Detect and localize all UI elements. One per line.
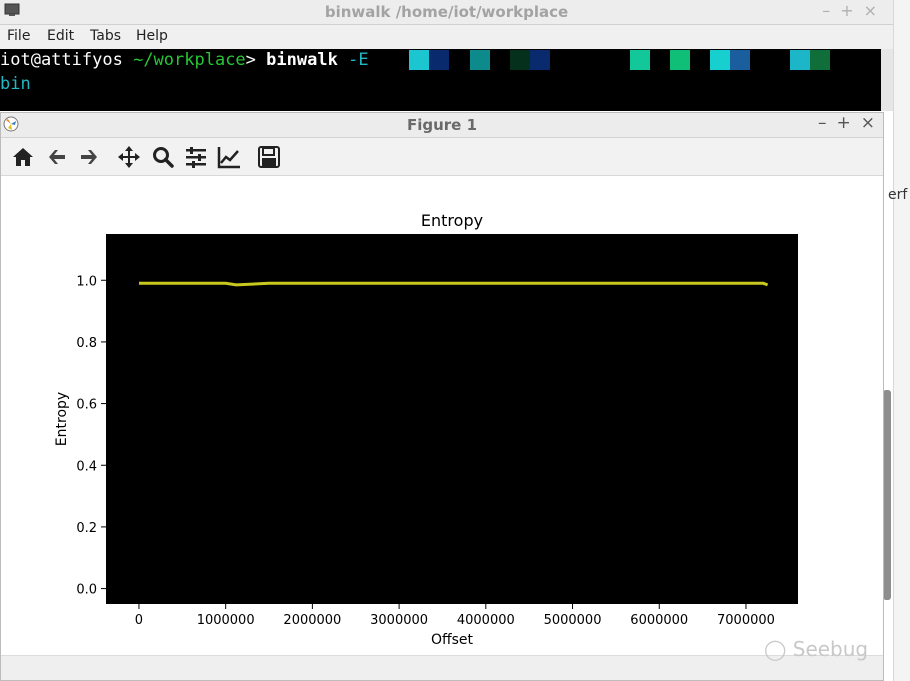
x-tick-label: 3000000: [370, 613, 428, 628]
y-axis-label: Entropy: [54, 392, 70, 446]
forward-icon[interactable]: [77, 145, 101, 169]
maximize-icon[interactable]: +: [840, 1, 863, 20]
figure-toolbar: [1, 138, 883, 176]
x-axis-label: Offset: [431, 632, 474, 648]
back-icon[interactable]: [45, 145, 69, 169]
terminal-command-line: iot@attifyos ~/workplace> binwalk -E: [0, 50, 369, 70]
axes-background: [106, 234, 798, 604]
background-scrollbar[interactable]: [883, 390, 891, 600]
minimize-icon[interactable]: –: [822, 1, 840, 20]
edit-axis-icon[interactable]: [217, 145, 241, 169]
pan-icon[interactable]: [117, 145, 141, 169]
watermark-text: Seebug: [792, 637, 869, 661]
background-window-edge: erf: [888, 0, 910, 681]
save-icon[interactable]: [257, 145, 281, 169]
menu-help[interactable]: Help: [136, 28, 168, 44]
menu-file[interactable]: File: [7, 28, 30, 44]
entropy-chart: Entropy 0 1000000 2000000 3000000 4000000 5000…: [54, 211, 798, 648]
terminal-scrollbar[interactable]: [881, 49, 893, 111]
figure-status-bar: [1, 655, 883, 680]
terminal-menu-bar: File Edit Tabs Help: [0, 25, 893, 49]
y-tick-label: 0.0: [76, 583, 97, 598]
figure-close-icon[interactable]: ×: [861, 113, 875, 133]
y-tick-label: 1.0: [76, 274, 97, 289]
terminal-wrapped-text: bin: [0, 74, 31, 94]
menu-edit[interactable]: Edit: [47, 28, 74, 44]
plot-area: Entropy 0 1000000 2000000 3000000 4000000 5000…: [1, 176, 883, 656]
prompt-user: iot@attifyos: [0, 50, 123, 70]
y-tick-label: 0.2: [76, 521, 97, 536]
figure-title: Figure 1: [406, 116, 478, 134]
x-tick-label: 4000000: [457, 613, 515, 628]
terminal-title: binwalk /home/iot/workplace: [324, 3, 569, 21]
x-tick-label: 7000000: [717, 613, 775, 628]
x-tick-label: 0: [135, 613, 143, 628]
zoom-icon[interactable]: [151, 145, 175, 169]
prompt-path: ~/workplace: [133, 50, 246, 70]
terminal-title-bar: binwalk /home/iot/workplace –+×: [0, 0, 893, 25]
x-tick-label: 1000000: [197, 613, 255, 628]
figure-window: Figure 1 – + × Entropy 0 1000000 2000000…: [0, 112, 884, 681]
prompt-symbol: >: [245, 50, 256, 70]
configure-subplots-icon[interactable]: [184, 145, 208, 169]
terminal-output[interactable]: iot@attifyos ~/workplace> binwalk -E bin: [0, 49, 881, 111]
y-tick-label: 0.8: [76, 336, 97, 351]
background-window-text: erf: [888, 187, 908, 203]
y-tick-label: 0.6: [76, 398, 97, 413]
figure-maximize-icon[interactable]: +: [837, 113, 851, 133]
menu-tabs[interactable]: Tabs: [90, 28, 121, 44]
command-name: binwalk: [266, 50, 338, 70]
y-tick-label: 0.4: [76, 459, 97, 474]
chart-title: Entropy: [421, 211, 483, 230]
seebug-watermark: ◯ Seebug: [764, 637, 868, 661]
x-tick-label: 2000000: [283, 613, 341, 628]
figure-minimize-icon[interactable]: –: [818, 113, 827, 133]
figure-title-bar: Figure 1 – + ×: [1, 113, 883, 138]
home-icon[interactable]: [11, 145, 35, 169]
x-tick-label: 5000000: [544, 613, 602, 628]
command-flag: -E: [348, 50, 369, 70]
close-icon[interactable]: ×: [864, 1, 887, 20]
entropy-series-line: [139, 281, 769, 287]
x-tick-label: 6000000: [630, 613, 688, 628]
seebug-logo-icon: ◯: [764, 637, 787, 661]
